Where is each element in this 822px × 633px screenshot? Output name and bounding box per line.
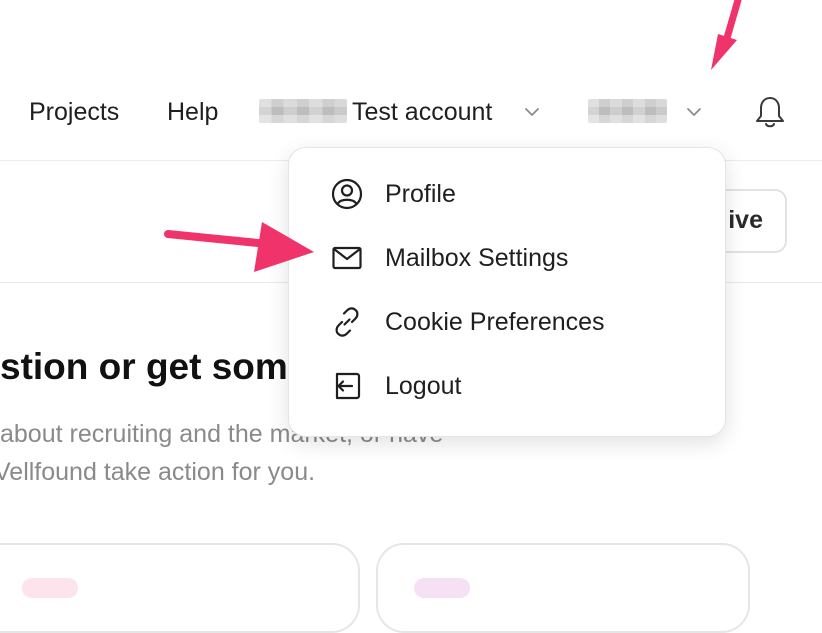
menu-item-label: Profile	[385, 180, 456, 208]
redacted-user-name[interactable]	[588, 99, 667, 123]
user-circle-icon	[331, 178, 363, 210]
link-icon	[335, 307, 359, 337]
user-dropdown-menu: Profile Mailbox Settings Cookie Preferen…	[288, 147, 726, 437]
section-description-line-2: Vellfound take action for you.	[0, 458, 316, 486]
menu-item-profile[interactable]: Profile	[289, 164, 725, 224]
logout-icon	[335, 372, 361, 400]
menu-item-logout[interactable]: Logout	[289, 356, 725, 416]
section-headline: stion or get som	[0, 346, 288, 387]
account-switcher[interactable]: Test account	[352, 96, 492, 128]
menu-item-label: Mailbox Settings	[385, 244, 569, 272]
mail-icon	[332, 246, 362, 270]
menu-item-label: Cookie Preferences	[385, 308, 605, 336]
menu-item-cookie-preferences[interactable]: Cookie Preferences	[289, 292, 725, 352]
nav-projects-link[interactable]: Projects	[29, 96, 119, 128]
card-icon	[22, 578, 78, 598]
nav-help-link[interactable]: Help	[167, 96, 218, 128]
action-button-label: ive	[728, 206, 763, 234]
card-icon	[414, 578, 470, 598]
menu-item-mailbox-settings[interactable]: Mailbox Settings	[289, 228, 725, 288]
user-menu-chevron-down-icon[interactable]	[685, 103, 703, 121]
annotation-arrow-icon	[711, 0, 742, 70]
notifications-bell-icon[interactable]	[753, 94, 787, 130]
option-card-2[interactable]	[376, 543, 750, 633]
redacted-account-logo	[259, 99, 347, 123]
account-chevron-down-icon[interactable]	[523, 103, 541, 121]
menu-item-label: Logout	[385, 372, 462, 400]
option-card-1[interactable]	[0, 543, 360, 633]
